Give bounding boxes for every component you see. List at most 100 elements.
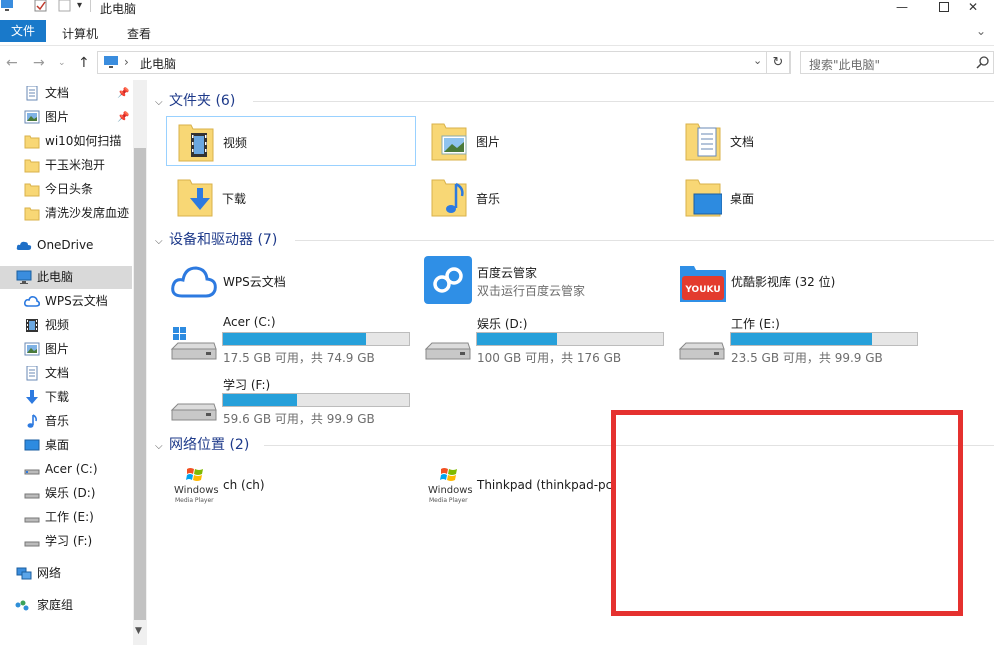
sidebar-scroll-thumb[interactable] bbox=[134, 148, 146, 620]
picture-icon bbox=[24, 110, 40, 124]
folder-label: 文档 bbox=[730, 135, 755, 149]
drive-icon bbox=[24, 541, 40, 547]
drive-tile-f[interactable]: 学习 (F:) 59.6 GB 可用，共 99.9 GB bbox=[166, 374, 416, 430]
sidebar-item-folder[interactable]: 干玉米泡开 bbox=[0, 154, 132, 177]
forward-arrow-icon[interactable]: → bbox=[33, 55, 45, 71]
drive-label: Acer (C:) bbox=[223, 315, 276, 329]
tab-view[interactable]: 查看 bbox=[127, 22, 151, 46]
desktop-icon bbox=[24, 439, 40, 451]
app-label: WPS云文档 bbox=[223, 275, 286, 289]
computer-icon[interactable] bbox=[0, 0, 14, 12]
drive-usage-fill bbox=[731, 333, 873, 345]
sidebar-item-this-pc[interactable]: 此电脑 bbox=[0, 266, 132, 289]
desktop-folder-icon bbox=[685, 179, 722, 217]
sidebar-item-pictures[interactable]: 图片 📌 bbox=[0, 106, 132, 129]
computer-icon bbox=[16, 270, 32, 284]
logo-subtext: Media Player bbox=[429, 497, 468, 504]
video-folder-icon bbox=[178, 124, 214, 162]
group-header-network[interactable]: ⌵ 网络位置 (2) bbox=[155, 435, 249, 455]
folder-tile-music[interactable]: 音乐 bbox=[420, 172, 670, 222]
breadcrumb[interactable]: 此电脑 bbox=[140, 55, 176, 72]
drive-tile-c[interactable]: Acer (C:) 17.5 GB 可用，共 74.9 GB bbox=[166, 313, 416, 369]
network-label: Thinkpad (thinkpad-pc bbox=[477, 478, 613, 492]
scroll-down-icon[interactable]: ▼ bbox=[135, 626, 142, 636]
properties-checkbox-icon[interactable] bbox=[34, 0, 48, 12]
tab-file[interactable]: 文件 bbox=[0, 20, 46, 42]
group-header-devices[interactable]: ⌵ 设备和驱动器 (7) bbox=[155, 230, 277, 250]
recent-dropdown-icon[interactable]: ⌄ bbox=[58, 58, 66, 68]
folder-label: 桌面 bbox=[730, 192, 755, 206]
quick-access-dropdown-icon[interactable]: ▾ bbox=[77, 0, 82, 11]
folder-label: 音乐 bbox=[476, 192, 501, 206]
app-description: 双击运行百度云管家 bbox=[477, 284, 586, 298]
folder-label: 视频 bbox=[223, 136, 248, 150]
app-tile-wps-cloud[interactable]: WPS云文档 bbox=[166, 256, 416, 306]
sidebar-item-wps-cloud[interactable]: WPS云文档 bbox=[0, 290, 132, 313]
sidebar-item-downloads[interactable]: 下载 bbox=[0, 386, 132, 409]
app-tile-baidu-cloud[interactable]: 百度云管家 双击运行百度云管家 bbox=[420, 256, 670, 306]
search-input[interactable]: 搜索"此电脑" bbox=[800, 51, 994, 74]
folder-tile-downloads[interactable]: 下载 bbox=[166, 172, 416, 222]
drive-usage-text: 100 GB 可用，共 176 GB bbox=[477, 351, 622, 365]
close-button[interactable]: ✕ bbox=[952, 0, 994, 14]
folder-label: 图片 bbox=[476, 135, 501, 149]
drive-label: 娱乐 (D:) bbox=[477, 317, 528, 331]
new-folder-icon[interactable] bbox=[58, 0, 72, 12]
video-icon bbox=[26, 319, 38, 332]
sidebar-item-drive-d[interactable]: 娱乐 (D:) bbox=[0, 482, 132, 505]
folder-tile-desktop[interactable]: 桌面 bbox=[674, 172, 924, 222]
svg-text:YOUKU: YOUKU bbox=[684, 285, 720, 295]
folder-tile-documents[interactable]: 文档 bbox=[674, 116, 924, 166]
folder-tile-pictures[interactable]: 图片 bbox=[420, 116, 670, 166]
ribbon-expand-icon[interactable]: ⌄ bbox=[976, 24, 986, 38]
sidebar-item-folder[interactable]: 清洗沙发席血迹 bbox=[0, 202, 132, 225]
drive-tile-d[interactable]: 娱乐 (D:) 100 GB 可用，共 176 GB bbox=[420, 313, 670, 369]
window-title: 此电脑 bbox=[100, 2, 137, 16]
network-tile-ch[interactable]: Windows Media Player ch (ch) bbox=[166, 460, 416, 510]
drive-tile-e[interactable]: 工作 (E:) 23.5 GB 可用，共 99.9 GB bbox=[674, 313, 924, 369]
search-placeholder: 搜索"此电脑" bbox=[809, 58, 881, 72]
sidebar-item-drive-c[interactable]: Acer (C:) bbox=[0, 458, 132, 481]
document-icon bbox=[26, 366, 38, 381]
sidebar-item-onedrive[interactable]: OneDrive bbox=[0, 234, 132, 257]
title-separator bbox=[90, 0, 91, 12]
sidebar-item-label: WPS云文档 bbox=[45, 294, 108, 308]
computer-icon bbox=[104, 56, 118, 68]
music-folder-icon bbox=[431, 179, 467, 217]
group-header-folders[interactable]: ⌵ 文件夹 (6) bbox=[155, 91, 235, 111]
tab-computer[interactable]: 计算机 bbox=[62, 22, 98, 46]
sidebar-item-videos[interactable]: 视频 bbox=[0, 314, 132, 337]
search-icon[interactable] bbox=[976, 55, 990, 69]
sidebar-item-label: 图片 bbox=[45, 110, 70, 124]
sidebar-item-desktop[interactable]: 桌面 bbox=[0, 434, 132, 457]
folder-tile-videos[interactable]: 视频 bbox=[166, 116, 416, 166]
sidebar-item-folder[interactable]: wi10如何扫描 bbox=[0, 130, 132, 153]
drive-icon bbox=[424, 342, 471, 360]
address-bar[interactable]: › 此电脑 bbox=[97, 51, 791, 74]
drive-icon bbox=[24, 517, 40, 523]
windows-drive-icon bbox=[170, 327, 217, 360]
pin-icon[interactable]: 📌 bbox=[117, 82, 129, 105]
up-arrow-icon[interactable]: ↑ bbox=[78, 55, 90, 71]
sidebar-item-documents[interactable]: 文档 bbox=[0, 362, 132, 385]
sidebar-item-pictures[interactable]: 图片 bbox=[0, 338, 132, 361]
sidebar-item-music[interactable]: 音乐 bbox=[0, 410, 132, 433]
pin-icon[interactable]: 📌 bbox=[117, 106, 129, 129]
picture-folder-icon bbox=[431, 123, 467, 161]
sidebar-item-drive-f[interactable]: 学习 (F:) bbox=[0, 530, 132, 553]
sidebar-item-network[interactable]: 网络 bbox=[0, 562, 132, 585]
download-icon bbox=[26, 390, 38, 404]
drive-usage-bar bbox=[222, 332, 410, 346]
sidebar-item-folder[interactable]: 今日头条 bbox=[0, 178, 132, 201]
sidebar-item-drive-e[interactable]: 工作 (E:) bbox=[0, 506, 132, 529]
back-arrow-icon[interactable]: ← bbox=[6, 55, 18, 71]
sidebar-item-documents[interactable]: 文档 📌 bbox=[0, 82, 132, 105]
refresh-icon: ↻ bbox=[772, 55, 784, 70]
wps-cloud-icon bbox=[171, 266, 217, 298]
minimize-button[interactable]: — bbox=[880, 0, 924, 14]
folder-icon bbox=[24, 159, 40, 173]
app-tile-youku[interactable]: YOUKU 优酷影视库 (32 位) bbox=[674, 256, 924, 306]
address-dropdown-icon[interactable]: ⌄ bbox=[753, 54, 762, 67]
sidebar-item-homegroup[interactable]: 家庭组 bbox=[0, 594, 132, 617]
refresh-button[interactable]: ↻ bbox=[766, 51, 790, 74]
